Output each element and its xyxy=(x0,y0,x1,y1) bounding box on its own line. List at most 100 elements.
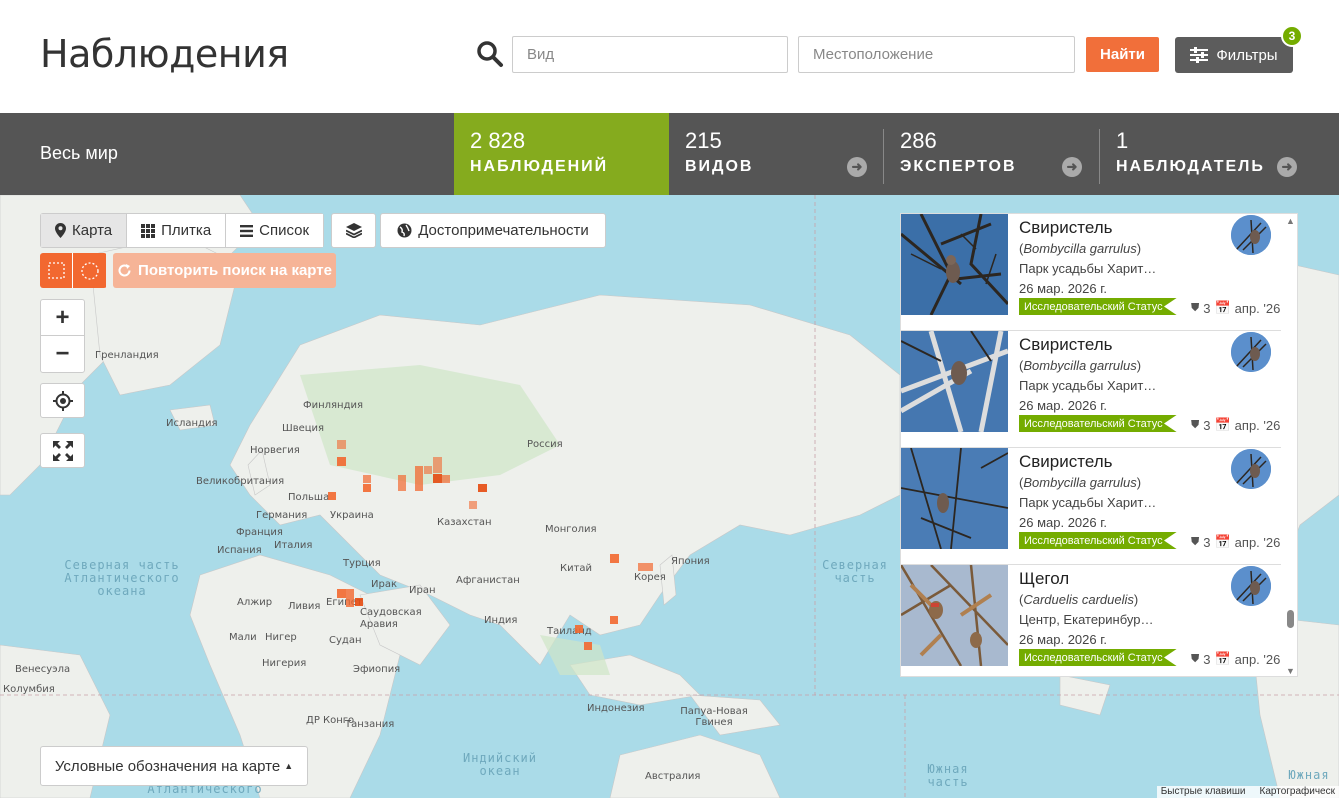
observation-cell[interactable] xyxy=(638,563,653,571)
fullscreen-button[interactable] xyxy=(40,433,85,468)
tab-map[interactable]: Карта xyxy=(41,214,128,247)
observation-date: 26 мар. 2026 г. xyxy=(1019,281,1107,296)
observation-cell[interactable] xyxy=(610,616,618,624)
user-avatar[interactable] xyxy=(1231,566,1271,606)
identification-icon: ⛊ xyxy=(1191,535,1200,548)
scroll-up-icon[interactable]: ▲ xyxy=(1286,216,1295,226)
observation-scientific-name: (Bombycilla garrulus) xyxy=(1019,475,1142,490)
location-input[interactable] xyxy=(798,36,1075,73)
observation-cell[interactable] xyxy=(328,492,336,500)
observation-date: 26 мар. 2026 г. xyxy=(1019,515,1107,530)
map-label: Индия xyxy=(484,615,518,626)
map[interactable]: Гренландия Исландия Финляндия Швеция Нор… xyxy=(0,195,1339,798)
observation-card[interactable]: Свиристель (Bombycilla garrulus) Парк ус… xyxy=(901,331,1281,448)
map-label: Швеция xyxy=(282,423,325,434)
observation-cell[interactable] xyxy=(478,484,487,492)
scroll-down-icon[interactable]: ▼ xyxy=(1286,666,1295,676)
observation-cell[interactable] xyxy=(433,474,442,483)
observation-cell[interactable] xyxy=(415,466,423,491)
observation-meta: ⛊ 3 📅 апр. '26 xyxy=(1191,300,1280,316)
caret-up-icon: ▲ xyxy=(284,761,294,771)
redo-search-button[interactable]: Повторить поиск на карте xyxy=(113,253,336,288)
draw-rectangle-button[interactable] xyxy=(40,253,73,288)
observation-cell[interactable] xyxy=(424,466,432,474)
observation-common-name[interactable]: Щегол xyxy=(1019,569,1069,589)
scroll-thumb[interactable] xyxy=(1287,610,1294,628)
map-label: Афганистан xyxy=(456,575,520,586)
observation-cell[interactable] xyxy=(584,642,592,650)
map-label: Алжир xyxy=(237,597,273,608)
observation-cell[interactable] xyxy=(337,589,346,598)
map-label: Турция xyxy=(343,558,381,569)
user-avatar[interactable] xyxy=(1231,449,1271,489)
user-avatar[interactable] xyxy=(1231,215,1271,255)
map-pin-icon xyxy=(55,223,66,238)
observation-cell[interactable] xyxy=(469,501,477,509)
added-date: апр. '26 xyxy=(1234,534,1281,550)
observation-cell[interactable] xyxy=(610,554,619,563)
user-avatar[interactable] xyxy=(1231,332,1271,372)
added-date: апр. '26 xyxy=(1234,417,1281,433)
layers-icon xyxy=(345,223,362,238)
observation-photo[interactable] xyxy=(901,214,1008,315)
observation-place: Парк усадьбы Харит… xyxy=(1019,261,1157,276)
keyboard-shortcuts-link[interactable]: Быстрые клавиши xyxy=(1161,786,1246,798)
observation-cell[interactable] xyxy=(433,457,442,473)
observation-cell[interactable] xyxy=(337,440,346,449)
observation-meta: ⛊ 3 📅 апр. '26 xyxy=(1191,417,1280,433)
places-label: Достопримечательности xyxy=(418,222,589,239)
observation-card[interactable]: Свиристель (Bombycilla garrulus) Парк ус… xyxy=(901,214,1281,331)
map-label: Нигерия xyxy=(262,658,307,669)
places-of-interest-button[interactable]: Достопримечательности xyxy=(380,213,606,248)
map-data-link[interactable]: Картографическ xyxy=(1260,786,1336,798)
zoom-in-button[interactable]: + xyxy=(41,300,84,336)
find-button[interactable]: Найти xyxy=(1086,37,1159,72)
observation-card[interactable]: Щегол (Carduelis carduelis) Центр, Екате… xyxy=(901,565,1281,676)
search-icon xyxy=(477,41,503,67)
tab-list[interactable]: Список xyxy=(226,214,324,247)
map-label: Украина xyxy=(330,510,374,521)
draw-circle-button[interactable] xyxy=(73,253,106,288)
ocean-label: Северная часть Тихий океан xyxy=(822,559,888,585)
observation-cell[interactable] xyxy=(337,457,346,466)
map-label: Эфиопия xyxy=(353,664,401,675)
tab-grid[interactable]: Плитка xyxy=(127,214,227,247)
map-label: Великобритания xyxy=(196,476,285,487)
observation-cell[interactable] xyxy=(346,589,354,607)
observation-common-name[interactable]: Свиристель xyxy=(1019,452,1113,472)
map-label: Ирак xyxy=(371,579,397,590)
stat-observers[interactable]: 1 НАБЛЮДАТЕЛЬ ➜ xyxy=(1100,113,1315,195)
map-legend-button[interactable]: Условные обозначения на карте ▲ xyxy=(40,746,308,786)
stat-observations[interactable]: 2 828 НАБЛЮДЕНИЙ xyxy=(454,113,669,195)
observation-cell[interactable] xyxy=(442,475,450,483)
observation-cell[interactable] xyxy=(575,625,583,633)
quality-grade-badge: Исследовательский Статус xyxy=(1019,298,1177,315)
observation-photo[interactable] xyxy=(901,448,1008,549)
observation-cell[interactable] xyxy=(398,475,406,491)
species-input[interactable] xyxy=(512,36,788,73)
observation-common-name[interactable]: Свиристель xyxy=(1019,218,1113,238)
map-label: Корея xyxy=(634,572,666,583)
map-label: Танзания xyxy=(345,719,395,730)
zoom-out-button[interactable]: − xyxy=(41,336,84,372)
filters-button[interactable]: Фильтры xyxy=(1175,37,1293,73)
my-location-button[interactable] xyxy=(40,383,85,418)
observation-common-name[interactable]: Свиристель xyxy=(1019,335,1113,355)
observation-cell[interactable] xyxy=(363,475,371,483)
map-label: Италия xyxy=(274,540,313,551)
map-label: Австралия xyxy=(645,771,701,782)
observation-photo[interactable] xyxy=(901,331,1008,432)
observation-place: Парк усадьбы Харит… xyxy=(1019,378,1157,393)
observation-place: Центр, Екатеринбур… xyxy=(1019,612,1154,627)
map-label: Норвегия xyxy=(250,445,300,456)
observation-cell[interactable] xyxy=(355,598,363,606)
calendar-plus-icon: 📅 xyxy=(1214,651,1231,666)
observation-photo[interactable] xyxy=(901,565,1008,666)
stat-identifiers[interactable]: 286 ЭКСПЕРТОВ ➜ xyxy=(884,113,1099,195)
scrollbar[interactable]: ▲ ▼ xyxy=(1283,214,1297,676)
arrow-right-icon: ➜ xyxy=(1062,157,1082,177)
observation-cell[interactable] xyxy=(363,484,371,492)
layers-button[interactable] xyxy=(331,213,376,248)
stat-species[interactable]: 215 ВИДОВ ➜ xyxy=(669,113,884,195)
observation-card[interactable]: Свиристель (Bombycilla garrulus) Парк ус… xyxy=(901,448,1281,565)
